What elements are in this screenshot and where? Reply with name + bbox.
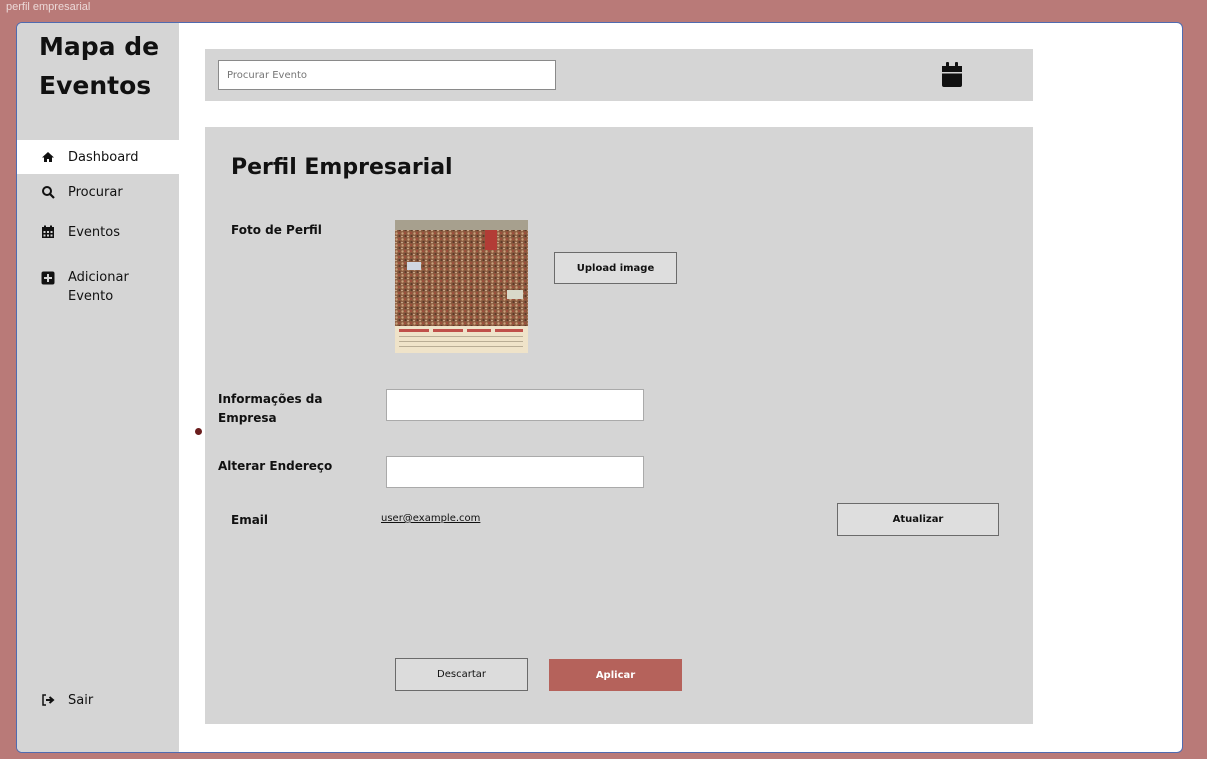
company-info-field[interactable] — [386, 389, 644, 421]
sidebar-item-label: Adicionar Evento — [68, 270, 129, 304]
email-value[interactable]: user@example.com — [381, 513, 480, 524]
window-title: perfil empresarial — [6, 1, 91, 13]
marker-dot — [195, 428, 202, 435]
upload-image-button[interactable]: Upload image — [554, 252, 677, 284]
sign-out-icon — [42, 694, 55, 706]
calendar-icon[interactable] — [941, 62, 963, 88]
header-bar — [205, 49, 1033, 101]
sidebar-item-dashboard[interactable]: Dashboard — [17, 140, 179, 174]
app-window: Mapa de Eventos Dashboard Procurar Event… — [16, 22, 1183, 753]
email-label: Email — [231, 513, 269, 527]
calendar-icon — [42, 225, 54, 238]
page-title: Perfil Empresarial — [231, 155, 453, 180]
sidebar: Mapa de Eventos Dashboard Procurar Event… — [17, 23, 179, 752]
profile-photo — [395, 220, 528, 353]
home-icon — [42, 152, 54, 162]
sidebar-item-label: Eventos — [68, 224, 120, 240]
address-label: Alterar Endereço — [218, 459, 333, 473]
brand-title: Mapa de Eventos — [39, 32, 160, 100]
discard-button[interactable]: Descartar — [395, 658, 528, 691]
sidebar-item-label: Dashboard — [68, 149, 139, 165]
apply-button[interactable]: Aplicar — [549, 659, 682, 691]
photo-label: Foto de Perfil — [231, 223, 322, 237]
sidebar-item-procurar[interactable]: Procurar — [17, 175, 179, 209]
update-button[interactable]: Atualizar — [837, 503, 999, 536]
profile-panel: Perfil Empresarial Foto de Perfil Upload… — [205, 127, 1033, 724]
logout-button[interactable]: Sair — [17, 683, 179, 717]
search-input[interactable] — [218, 60, 556, 90]
plus-square-icon — [41, 271, 55, 285]
search-icon — [42, 186, 55, 199]
company-info-label: Informações da Empresa — [218, 392, 323, 425]
sidebar-item-eventos[interactable]: Eventos — [17, 215, 179, 249]
sidebar-item-adicionar-evento[interactable]: Adicionar Evento — [17, 268, 179, 312]
logout-label: Sair — [68, 692, 94, 708]
address-field[interactable] — [386, 456, 644, 488]
sidebar-item-label: Procurar — [68, 184, 123, 200]
